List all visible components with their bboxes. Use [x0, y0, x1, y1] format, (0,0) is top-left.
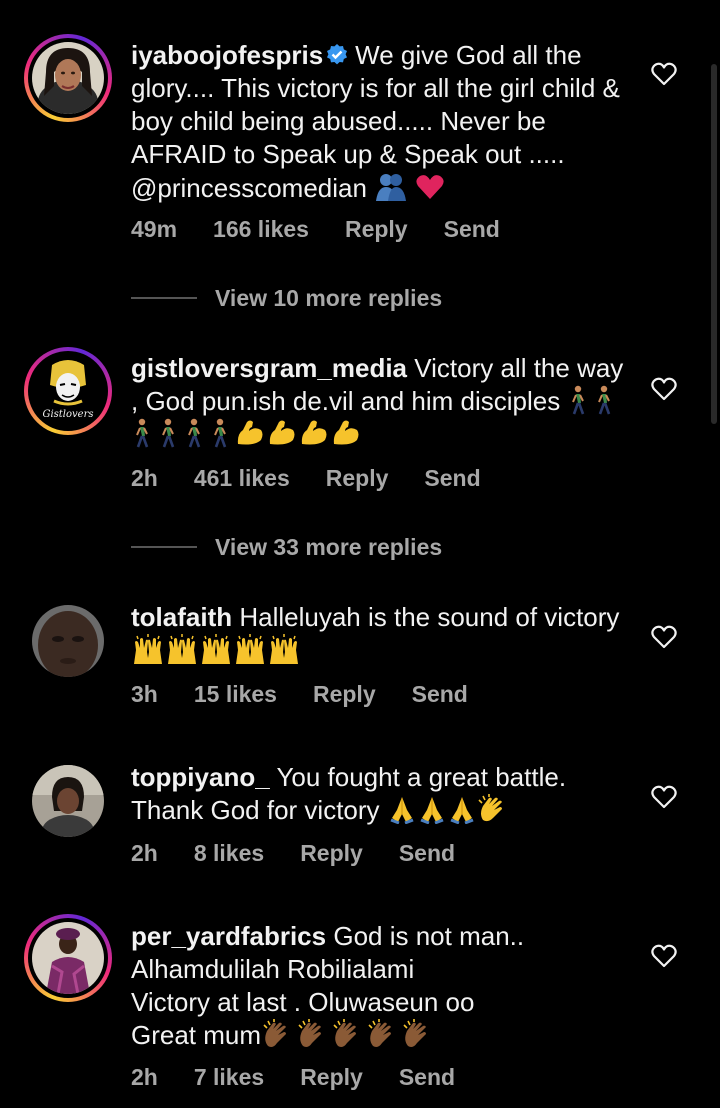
reply-button[interactable]: Reply	[313, 681, 376, 708]
comment-time: 2h	[131, 465, 158, 491]
comment-body-line: Great mum	[131, 1020, 262, 1050]
view-replies-label: View 10 more replies	[215, 284, 443, 311]
folded-hands-emoji-icon	[387, 795, 477, 825]
comment-likes[interactable]: 166 likes	[213, 216, 309, 243]
send-button[interactable]: Send	[399, 840, 455, 867]
avatar-brand-text: Gistlovers	[42, 409, 93, 420]
comment-meta: 2h 8 likes Reply Send	[131, 840, 455, 867]
avatar: Gistlovers	[32, 355, 104, 427]
reply-button[interactable]: Reply	[300, 1064, 363, 1091]
flexed-biceps-emoji-icon	[235, 419, 363, 449]
reply-button[interactable]: Reply	[345, 216, 408, 243]
comment-text: iyaboojofespris We give God all the glory…	[131, 39, 631, 205]
comment-time: 2h	[131, 840, 158, 866]
scrollbar[interactable]	[711, 64, 717, 424]
send-button[interactable]: Send	[424, 465, 480, 492]
comment-time: 2h	[131, 1064, 158, 1090]
comment-username[interactable]: gistloversgram_media	[131, 353, 407, 383]
comment-text: gistloversgram_media Victory all the way…	[131, 352, 631, 451]
comment-text: per_yardfabrics God is not man.. Alhamdu…	[131, 920, 631, 1052]
divider	[131, 546, 197, 548]
comment-time: 3h	[131, 681, 158, 707]
comment-username[interactable]: toppiyano_	[131, 762, 270, 792]
view-replies-button[interactable]: View 10 more replies	[131, 283, 442, 313]
comment-likes[interactable]: 7 likes	[194, 1064, 264, 1091]
heart-outline-icon[interactable]	[651, 62, 677, 86]
comment-username[interactable]: per_yardfabrics	[131, 921, 326, 951]
comment-time: 49m	[131, 216, 178, 242]
comment-likes[interactable]: 461 likes	[194, 465, 290, 492]
avatar	[32, 42, 104, 114]
view-replies-button[interactable]: View 33 more replies	[131, 532, 442, 562]
reply-button[interactable]: Reply	[300, 840, 363, 867]
heart-outline-icon[interactable]	[651, 377, 677, 401]
clapping-hands-emoji-icon	[261, 1019, 436, 1050]
comment-body-line: Victory at last . Oluwaseun oo	[131, 987, 475, 1017]
comment-likes[interactable]: 15 likes	[194, 681, 277, 708]
raising-hands-emoji-icon	[131, 634, 301, 666]
clapping-hands-emoji-icon	[478, 794, 502, 822]
view-replies-label: View 33 more replies	[215, 533, 443, 560]
send-button[interactable]: Send	[444, 216, 500, 243]
reply-button[interactable]: Reply	[326, 465, 389, 492]
avatar-story-ring[interactable]	[24, 34, 112, 122]
comment-text: tolafaith Halleluyah is the sound of vic…	[131, 601, 631, 668]
heart-outline-icon[interactable]	[651, 944, 677, 968]
red-heart-emoji-icon	[416, 175, 445, 199]
people-hugging-emoji-icon	[376, 174, 407, 201]
comment-meta: 2h 461 likes Reply Send	[131, 465, 481, 492]
comment-likes[interactable]: 8 likes	[194, 840, 264, 867]
comment-username[interactable]: tolafaith	[131, 602, 232, 632]
avatar[interactable]	[32, 765, 104, 837]
comment-meta: 2h 7 likes Reply Send	[131, 1064, 455, 1091]
avatar	[32, 922, 104, 994]
avatar[interactable]	[32, 605, 104, 677]
heart-outline-icon[interactable]	[651, 785, 677, 809]
comment-text: toppiyano_ You fought a great battle. Th…	[131, 761, 631, 827]
send-button[interactable]: Send	[412, 681, 468, 708]
comment-body: Halleluyah is the sound of victory	[239, 602, 620, 632]
heart-outline-icon[interactable]	[651, 625, 677, 649]
send-button[interactable]: Send	[399, 1064, 455, 1091]
avatar-story-ring[interactable]: Gistlovers	[24, 347, 112, 435]
comment-body-line: Alhamdulilah Robilialami	[131, 954, 415, 984]
comment-meta: 3h 15 likes Reply Send	[131, 681, 468, 708]
verified-badge-icon	[327, 44, 348, 65]
avatar-story-ring[interactable]	[24, 914, 112, 1002]
comment-meta: 49m 166 likes Reply Send	[131, 216, 500, 243]
comment-body-line: God is not man..	[333, 921, 525, 951]
comment-username[interactable]: iyaboojofespris	[131, 40, 323, 70]
divider	[131, 297, 197, 299]
